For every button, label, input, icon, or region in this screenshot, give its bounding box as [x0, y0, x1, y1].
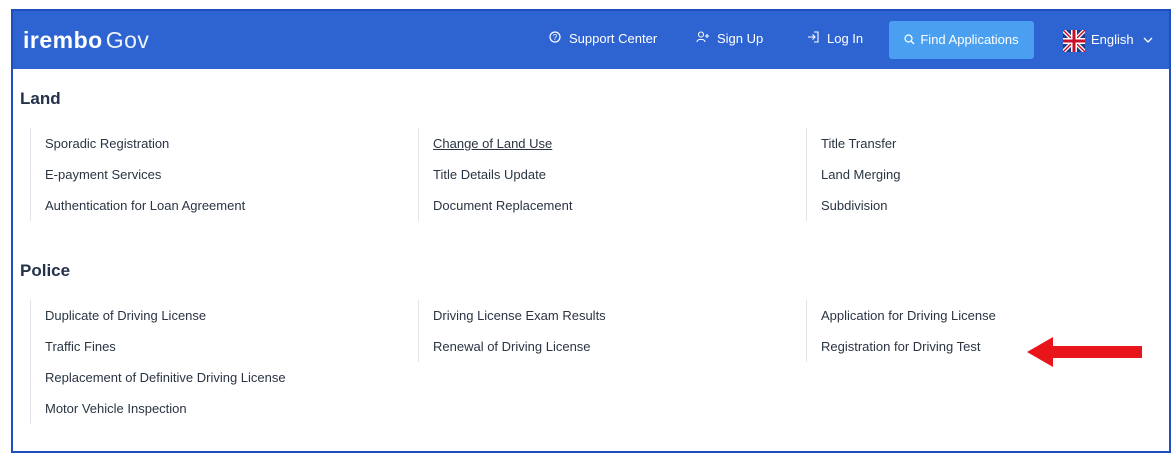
sign-up-link[interactable]: Sign Up [695, 27, 763, 51]
land-column-1: Sporadic Registration E-payment Services… [30, 128, 245, 221]
service-link[interactable]: Title Details Update [433, 159, 572, 190]
police-column-2: Driving License Exam Results Renewal of … [418, 300, 606, 362]
language-selector[interactable]: English [1061, 28, 1153, 53]
brand-sub: Gov [105, 27, 150, 53]
service-link[interactable]: Renewal of Driving License [433, 331, 606, 362]
service-link-registration-driving-test[interactable]: Registration for Driving Test [821, 331, 996, 362]
service-link[interactable]: Application for Driving License [821, 300, 996, 331]
service-link[interactable]: Title Transfer [821, 128, 901, 159]
search-icon [904, 22, 915, 60]
land-column-2: Change of Land Use Title Details Update … [418, 128, 572, 221]
service-link[interactable]: Authentication for Loan Agreement [45, 190, 245, 221]
irembo-logo[interactable]: irembo Gov [23, 25, 149, 55]
chevron-down-icon [1143, 32, 1153, 47]
app-window: irembo Gov ? Support Center Sign Up Log I… [11, 9, 1171, 453]
service-link[interactable]: Motor Vehicle Inspection [45, 393, 286, 424]
service-link[interactable]: Sporadic Registration [45, 128, 245, 159]
user-plus-icon [695, 27, 711, 51]
service-link[interactable]: Replacement of Definitive Driving Licens… [45, 362, 286, 393]
section-title-land: Land [20, 89, 61, 108]
service-link[interactable]: Duplicate of Driving License [45, 300, 286, 331]
login-icon [805, 27, 821, 51]
support-center-link[interactable]: ? Support Center [547, 27, 657, 51]
support-center-label: Support Center [569, 31, 658, 46]
land-column-3: Title Transfer Land Merging Subdivision [806, 128, 901, 221]
police-column-1: Duplicate of Driving License Traffic Fin… [30, 300, 286, 424]
find-applications-label: Find Applications [920, 32, 1019, 47]
service-link[interactable]: Document Replacement [433, 190, 572, 221]
language-label: English [1091, 32, 1134, 47]
question-circle-icon: ? [547, 27, 563, 51]
sign-up-label: Sign Up [717, 31, 764, 46]
uk-flag-icon [1061, 28, 1087, 53]
service-link[interactable]: Change of Land Use [433, 128, 572, 159]
log-in-link[interactable]: Log In [805, 27, 863, 51]
section-title-police: Police [20, 261, 71, 280]
service-link[interactable]: Land Merging [821, 159, 901, 190]
red-arrow-icon [1027, 337, 1142, 367]
find-applications-button[interactable]: Find Applications [889, 21, 1034, 59]
police-column-3: Application for Driving License Registra… [806, 300, 996, 362]
service-link[interactable]: E-payment Services [45, 159, 245, 190]
service-link[interactable]: Subdivision [821, 190, 901, 221]
top-navbar: irembo Gov ? Support Center Sign Up Log I… [13, 11, 1169, 69]
service-link[interactable]: Driving License Exam Results [433, 300, 606, 331]
service-link[interactable]: Traffic Fines [45, 331, 286, 362]
svg-text:?: ? [553, 33, 558, 42]
brand-main: irembo [23, 27, 103, 53]
log-in-label: Log In [827, 31, 864, 46]
